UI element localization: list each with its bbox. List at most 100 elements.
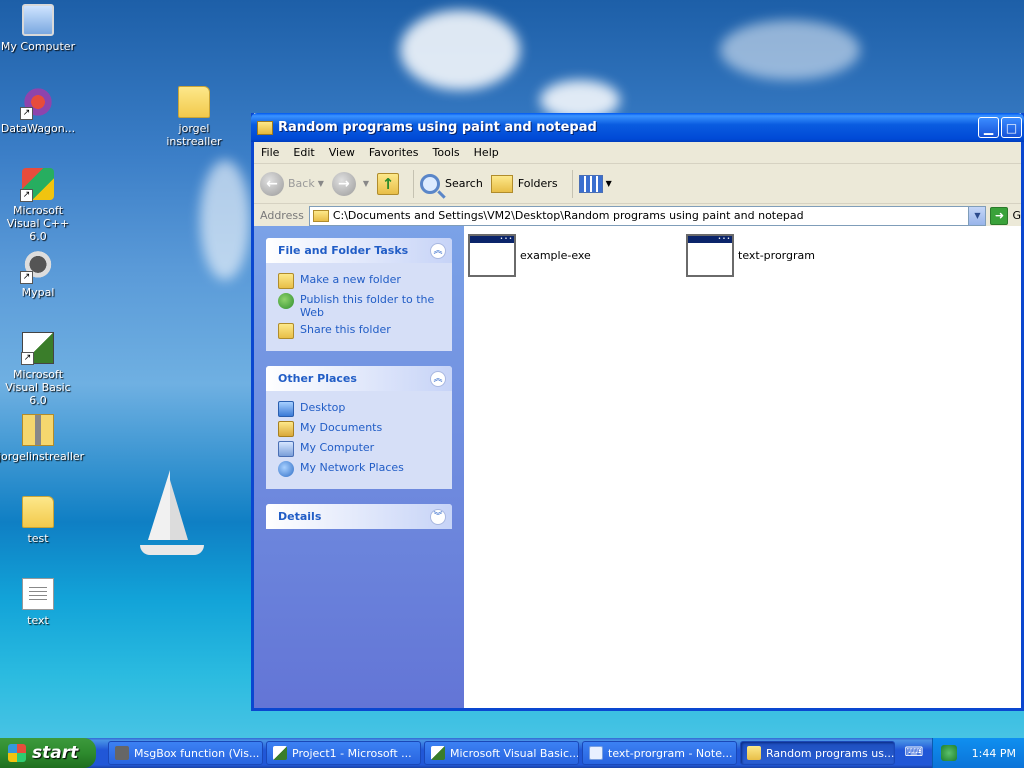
panel-body: Desktop My Documents My Computer My Netw… — [266, 391, 452, 489]
address-bar: Address C:\Documents and Settings\VM2\De… — [254, 204, 1021, 228]
desktop-icon-jorgel-instrealler-folder[interactable]: jorgel instrealler — [154, 86, 234, 148]
taskbar-button[interactable]: Microsoft Visual Basic... — [424, 741, 579, 765]
address-label: Address — [260, 209, 304, 222]
desktop-icon-text[interactable]: text — [0, 578, 78, 627]
place-label: Desktop — [300, 401, 346, 414]
search-button[interactable]: Search — [420, 173, 483, 194]
expand-icon[interactable]: ︾ — [430, 508, 446, 525]
my-documents-icon — [278, 421, 294, 437]
network-icon[interactable] — [941, 745, 957, 761]
desktop-icon-jorgelinstrealler[interactable]: jorgelinstrealler — [0, 414, 84, 463]
panel-title: Details — [278, 510, 322, 523]
collapse-icon[interactable]: ︽ — [430, 242, 446, 259]
window-title: Random programs using paint and notepad — [278, 120, 597, 135]
place-label: My Computer — [300, 441, 375, 454]
file-list: example-exe text-prorgram — [464, 226, 1021, 708]
chevron-down-icon: ▼ — [317, 179, 324, 188]
other-places-panel: Other Places ︽ Desktop My Documents My C… — [266, 366, 452, 489]
place-label: My Documents — [300, 421, 383, 434]
chevron-down-icon: ▼ — [362, 179, 370, 188]
desktop-icon — [278, 401, 294, 417]
task-publish-folder[interactable]: Publish this folder to the Web — [278, 293, 442, 319]
menu-help[interactable]: Help — [467, 146, 506, 159]
go-label[interactable]: G — [1012, 209, 1021, 222]
share-folder-icon — [278, 323, 294, 339]
chevron-down-icon: ▼ — [605, 179, 612, 188]
application-icon — [468, 234, 516, 277]
address-value: C:\Documents and Settings\VM2\Desktop\Ra… — [332, 209, 804, 222]
windows-logo-icon — [8, 744, 26, 762]
address-input[interactable]: C:\Documents and Settings\VM2\Desktop\Ra… — [308, 205, 987, 226]
task-share-folder[interactable]: Share this folder — [278, 323, 442, 339]
menu-view[interactable]: View — [322, 146, 362, 159]
sailboat-sail — [148, 470, 170, 540]
zip-icon — [22, 414, 54, 446]
toolbar-separator — [413, 169, 415, 198]
visual-basic-icon — [21, 332, 54, 365]
back-arrow-icon: ← — [260, 171, 284, 196]
menu-favorites[interactable]: Favorites — [362, 146, 426, 159]
my-computer-icon — [278, 441, 294, 457]
desktop-icon-label: text — [27, 614, 49, 627]
taskbar-button-active[interactable]: Random programs us... — [740, 741, 895, 765]
menu-tools[interactable]: Tools — [426, 146, 467, 159]
forward-button[interactable]: → ▼ — [331, 171, 370, 196]
file-folder-tasks-panel: File and Folder Tasks ︽ Make a new folde… — [266, 238, 452, 351]
minimize-button[interactable]: ▁ — [978, 117, 999, 138]
mypal-icon — [20, 250, 54, 284]
menu-bar: File Edit View Favorites Tools Help — [254, 142, 1021, 164]
visual-basic-icon — [273, 746, 287, 760]
panel-header[interactable]: File and Folder Tasks ︽ — [266, 238, 452, 263]
computer-icon — [22, 4, 54, 36]
folder-icon — [747, 746, 761, 760]
address-dropdown-button[interactable]: ▼ — [968, 206, 986, 225]
place-my-documents[interactable]: My Documents — [278, 421, 442, 437]
desktop-icon-visual-basic[interactable]: Microsoft Visual Basic 6.0 — [0, 332, 78, 407]
file-item[interactable]: text-prorgram — [686, 234, 815, 277]
go-button[interactable]: ➜ — [990, 206, 1009, 225]
application-icon — [686, 234, 734, 277]
desktop-icon-mypal[interactable]: Mypal — [0, 250, 78, 299]
explorer-window: Random programs using paint and notepad … — [251, 113, 1024, 711]
system-tray: 1:44 PM — [932, 738, 1024, 768]
up-folder-button[interactable]: ↑ — [377, 172, 400, 195]
panel-header[interactable]: Details ︾ — [266, 504, 452, 529]
panel-header[interactable]: Other Places ︽ — [266, 366, 452, 391]
network-places-icon — [278, 461, 294, 477]
text-document-icon — [22, 578, 54, 610]
clock: 1:44 PM — [971, 746, 1016, 760]
desktop-icon-label: Microsoft Visual Basic 6.0 — [5, 368, 71, 407]
place-desktop[interactable]: Desktop — [278, 401, 442, 417]
menu-edit[interactable]: Edit — [286, 146, 321, 159]
task-label: Share this folder — [300, 323, 391, 336]
desktop-icon-test[interactable]: test — [0, 496, 78, 545]
desktop-icon-visual-cpp[interactable]: Microsoft Visual C++ 6.0 — [0, 168, 78, 243]
desktop-icon-my-computer[interactable]: My Computer — [0, 4, 78, 53]
folders-button[interactable]: Folders — [490, 174, 558, 193]
start-button[interactable]: start — [0, 738, 96, 768]
taskbar-button[interactable]: Project1 - Microsoft ... — [266, 741, 421, 765]
taskbar-button[interactable]: MsgBox function (Vis... — [108, 741, 263, 765]
menu-file[interactable]: File — [254, 146, 286, 159]
folder-icon — [178, 86, 210, 118]
desktop-icon-datawagon[interactable]: DataWagon... — [0, 86, 78, 135]
place-my-computer[interactable]: My Computer — [278, 441, 442, 457]
place-my-network-places[interactable]: My Network Places — [278, 461, 442, 477]
desktop-icon-label: My Computer — [0, 40, 76, 53]
desktop-icon-label: Mypal — [21, 286, 55, 299]
taskbar-button[interactable]: text-prorgram - Note... — [582, 741, 737, 765]
window-titlebar[interactable]: Random programs using paint and notepad … — [251, 113, 1024, 142]
search-icon — [420, 173, 441, 194]
details-panel: Details ︾ — [266, 504, 452, 529]
file-name: text-prorgram — [738, 249, 815, 262]
collapse-icon[interactable]: ︽ — [430, 370, 446, 387]
keyboard-icon[interactable]: ⌨ — [903, 742, 925, 764]
back-button[interactable]: ← Back ▼ — [260, 171, 324, 196]
mypal-icon — [115, 746, 129, 760]
file-item[interactable]: example-exe — [468, 234, 591, 277]
maximize-button[interactable]: □ — [1001, 117, 1022, 138]
task-make-new-folder[interactable]: Make a new folder — [278, 273, 442, 289]
views-button[interactable]: ▼ — [578, 174, 612, 193]
file-name: example-exe — [520, 249, 591, 262]
taskbar-button-label: MsgBox function (Vis... — [134, 746, 260, 760]
